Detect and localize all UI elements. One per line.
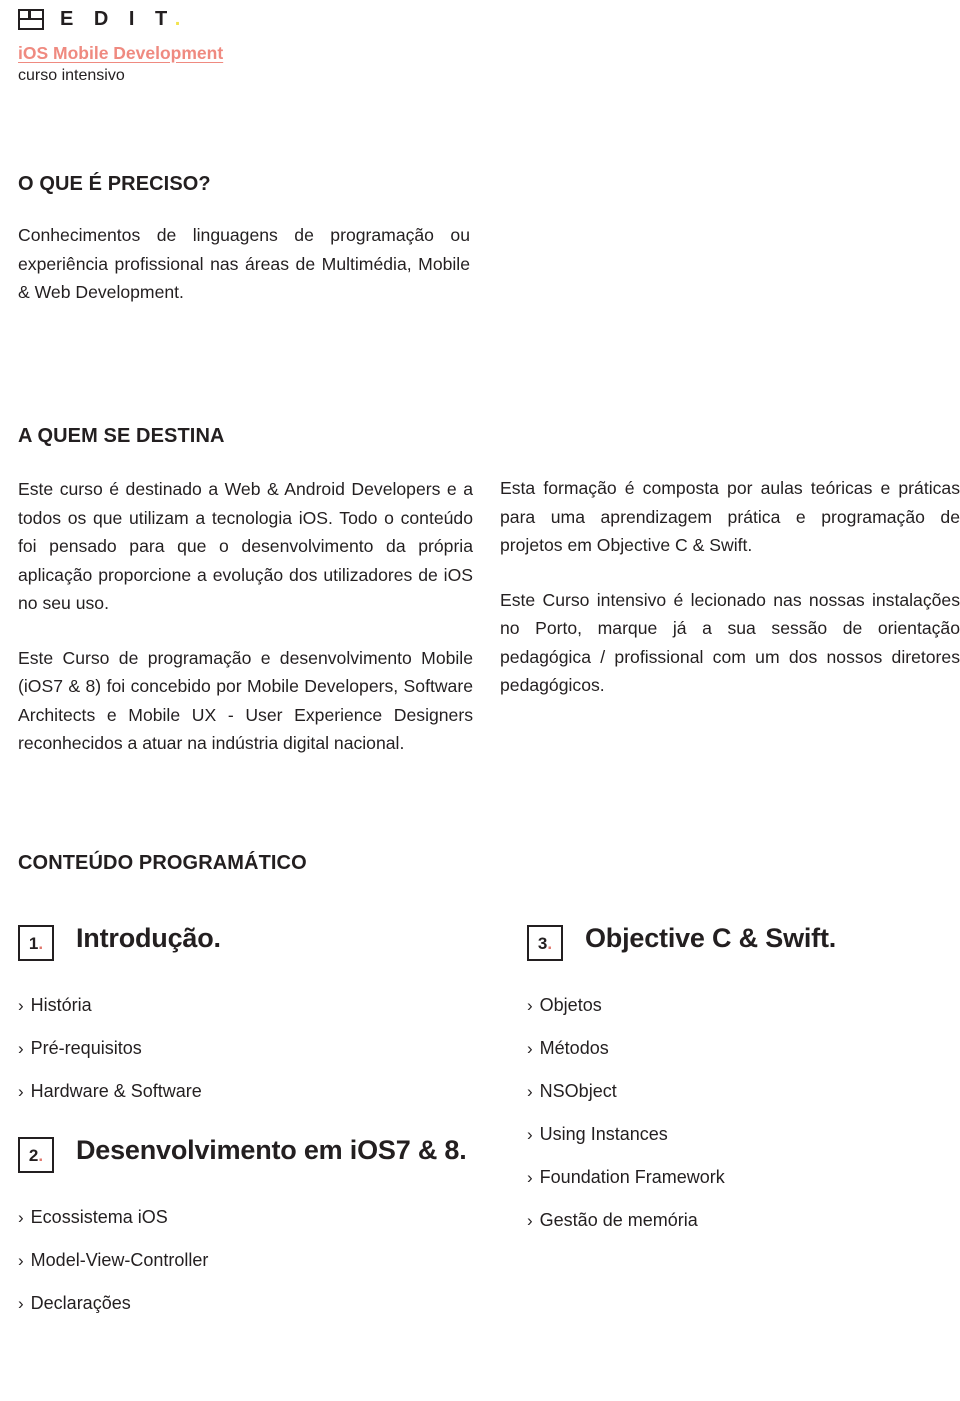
chevron-right-icon: ›	[527, 1210, 533, 1230]
list-item: › Ecossistema iOS	[18, 1195, 470, 1238]
requisitos-body: Conhecimentos de linguagens de programaç…	[18, 225, 470, 302]
page-header: E D I T. iOS Mobile Development curso in…	[18, 6, 938, 86]
module-2-number-dot: .	[38, 1145, 44, 1165]
course-subtitle: curso intensivo	[18, 67, 125, 85]
list-item-label: História	[30, 994, 92, 1015]
edit-grid-logo-icon	[18, 8, 44, 30]
module-1-number-box: 1.	[18, 925, 54, 961]
brand-dot: .	[174, 8, 181, 30]
module-1-header: 1. Introdução.	[18, 922, 470, 961]
list-item-label: Gestão de memória	[539, 1209, 698, 1230]
chevron-right-icon: ›	[527, 995, 533, 1015]
module-3-title: Objective C & Swift.	[585, 923, 837, 953]
list-item-label: Objetos	[539, 994, 602, 1015]
chevron-right-icon: ›	[527, 1167, 533, 1187]
module-spacer	[18, 1112, 470, 1134]
module-1-number-dot: .	[38, 933, 44, 953]
list-item-label: Declarações	[30, 1292, 131, 1313]
module-2-items: › Ecossistema iOS › Model-View-Controller …	[18, 1195, 470, 1324]
list-item: › NSObject	[527, 1069, 957, 1112]
destina-section: A QUEM SE DESTINA Este curso é destinado…	[18, 424, 473, 758]
list-item: › Pré-requisitos	[18, 1026, 470, 1069]
module-3-number-dot: .	[547, 933, 553, 953]
right-paragraph-1: Esta formação é composta por aulas teóri…	[500, 478, 960, 555]
list-item: › Objetos	[527, 983, 957, 1026]
chevron-right-icon: ›	[527, 1081, 533, 1101]
list-item: › História	[18, 983, 470, 1026]
list-item-label: Métodos	[539, 1037, 609, 1058]
destina-paragraph-2: Este Curso de programação e desenvolvime…	[18, 647, 473, 754]
chevron-right-icon: ›	[18, 1081, 24, 1101]
module-2-title: Desenvolvimento em iOS7 & 8.	[76, 1135, 467, 1165]
module-1-number: 1	[28, 933, 39, 953]
course-title: iOS Mobile Development	[18, 43, 224, 63]
list-item-label: NSObject	[539, 1080, 617, 1101]
list-item-label: Model-View-Controller	[30, 1249, 209, 1270]
list-item-label: Hardware & Software	[30, 1080, 202, 1101]
programa-column-left: 1. Introdução. › História › Pré-requisitos…	[18, 922, 470, 1324]
list-item: › Foundation Framework	[527, 1155, 957, 1198]
brand-row: E D I T.	[18, 6, 938, 32]
list-item-label: Foundation Framework	[539, 1166, 725, 1187]
module-2-number: 2	[28, 1145, 39, 1165]
destina-paragraph-1: Este curso é destinado a Web & Android D…	[18, 479, 473, 613]
requisitos-section: O QUE É PRECISO? Conhecimentos de lingua…	[18, 172, 470, 307]
list-item: › Gestão de memória	[527, 1198, 957, 1241]
chevron-right-icon: ›	[18, 1250, 24, 1270]
requisitos-heading: O QUE É PRECISO?	[18, 173, 211, 195]
list-item: › Métodos	[527, 1026, 957, 1069]
list-item-label: Ecossistema iOS	[30, 1206, 168, 1227]
chevron-right-icon: ›	[18, 1207, 24, 1227]
destina-heading: A QUEM SE DESTINA	[18, 425, 225, 447]
chevron-right-icon: ›	[527, 1038, 533, 1058]
programa-heading: CONTEÚDO PROGRAMÁTICO	[18, 852, 307, 874]
module-1-title: Introdução.	[76, 923, 221, 953]
module-2-number-box: 2.	[18, 1137, 54, 1173]
list-item-label: Using Instances	[539, 1123, 668, 1144]
programa-column-right: 3. Objective C & Swift. › Objetos › Método…	[527, 922, 957, 1241]
list-item: › Model-View-Controller	[18, 1238, 470, 1281]
list-item: › Hardware & Software	[18, 1069, 470, 1112]
module-3-header: 3. Objective C & Swift.	[527, 922, 957, 961]
list-item-label: Pré-requisitos	[30, 1037, 142, 1058]
module-2-header: 2. Desenvolvimento em iOS7 & 8.	[18, 1134, 470, 1173]
list-item: › Declarações	[18, 1281, 470, 1324]
module-3-number: 3	[537, 933, 548, 953]
module-3-number-box: 3.	[527, 925, 563, 961]
chevron-right-icon: ›	[18, 1293, 24, 1313]
chevron-right-icon: ›	[527, 1124, 533, 1144]
brand-wordmark: E D I T.	[60, 9, 180, 29]
module-3-items: › Objetos › Métodos › NSObject › Using Insta…	[527, 983, 957, 1241]
list-item: › Using Instances	[527, 1112, 957, 1155]
module-1-items: › História › Pré-requisitos › Hardware & So…	[18, 983, 470, 1112]
chevron-right-icon: ›	[18, 1038, 24, 1058]
right-paragraph-2: Este Curso intensivo é lecionado nas nos…	[500, 589, 960, 696]
brand-wordmark-text: E D I T	[60, 8, 175, 30]
chevron-right-icon: ›	[18, 995, 24, 1015]
right-column-section: Esta formação é composta por aulas teóri…	[500, 474, 960, 700]
